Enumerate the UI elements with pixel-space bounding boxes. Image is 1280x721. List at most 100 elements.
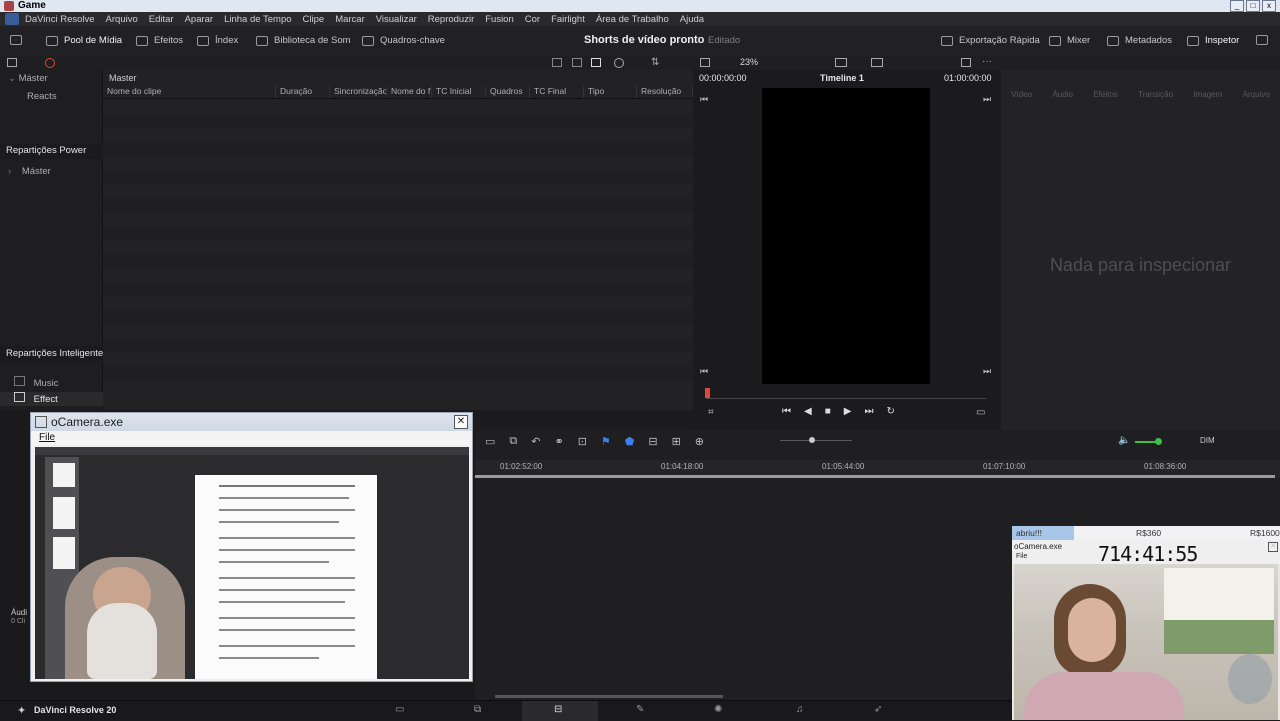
quick-export-button[interactable]: Exportação Rápida bbox=[941, 35, 1040, 46]
timeline-scrollbar[interactable] bbox=[495, 695, 723, 698]
inspector-button[interactable]: Inspetor bbox=[1187, 35, 1239, 46]
maximize-button[interactable]: □ bbox=[1246, 0, 1260, 12]
menu-linha-de-tempo[interactable]: Linha de Tempo bbox=[224, 14, 291, 25]
effects-button[interactable]: Efeitos bbox=[136, 35, 183, 46]
close-window-button[interactable]: x bbox=[1262, 0, 1276, 12]
zoom-slider[interactable] bbox=[780, 440, 852, 441]
flag-icon[interactable]: ⚑ bbox=[601, 435, 611, 448]
deliver-page-icon[interactable]: ➶ bbox=[874, 704, 882, 715]
viewer-mode-icon[interactable] bbox=[700, 58, 710, 67]
menu-ajuda[interactable]: Ajuda bbox=[680, 14, 704, 25]
expand-icon[interactable] bbox=[1256, 35, 1268, 45]
color-page-icon[interactable]: ✺ bbox=[714, 704, 722, 715]
col-resolution[interactable]: Resolução bbox=[637, 86, 693, 98]
col-tc-start[interactable]: TC Inicial bbox=[432, 86, 486, 98]
zoom-detail-icon[interactable]: ⊞ bbox=[672, 435, 681, 448]
col-frames[interactable]: Quadros bbox=[486, 86, 530, 98]
cut-page-icon[interactable]: ⧉ bbox=[474, 704, 481, 715]
smart-bin-music[interactable]: Music bbox=[0, 376, 116, 389]
zoom-full-icon[interactable]: ⊟ bbox=[648, 435, 657, 448]
menu-arquivo[interactable]: Arquivo bbox=[106, 14, 138, 25]
zoom-custom-icon[interactable]: ⊕ bbox=[695, 435, 704, 448]
minimize-button[interactable]: _ bbox=[1230, 0, 1244, 12]
more-options-icon[interactable]: ··· bbox=[982, 56, 992, 67]
menu-marcar[interactable]: Marcar bbox=[335, 14, 365, 25]
zoom-level[interactable]: 23% bbox=[740, 57, 758, 67]
cam-app-menu-file[interactable]: File bbox=[1016, 553, 1027, 560]
sound-library-button[interactable]: Biblioteca de Som bbox=[256, 35, 351, 46]
ocam-titlebar[interactable]: oCamera.exe ✕ bbox=[31, 413, 472, 431]
col-clip-name[interactable]: Nome do clipe bbox=[103, 86, 276, 98]
volume-icon[interactable]: 🔈 bbox=[1118, 435, 1130, 446]
ocam-menu-file[interactable]: File bbox=[39, 432, 55, 443]
tab-file[interactable]: Arquivo bbox=[1243, 90, 1270, 104]
power-bin-master[interactable]: › Máster bbox=[0, 166, 110, 177]
timeline-scrub-bar[interactable] bbox=[475, 475, 1275, 478]
menu-visualizar[interactable]: Visualizar bbox=[376, 14, 417, 25]
keyframes-button[interactable]: Quadros-chave bbox=[362, 35, 445, 46]
tab-audio[interactable]: Áudio bbox=[1052, 90, 1072, 104]
edit-page-tab[interactable]: ⊟ bbox=[522, 701, 598, 721]
tab-video[interactable]: Vídeo bbox=[1011, 90, 1032, 104]
volume-handle[interactable] bbox=[1155, 438, 1162, 445]
marker-icon[interactable]: ⬟ bbox=[625, 435, 635, 448]
metadata-button[interactable]: Metadados bbox=[1107, 35, 1172, 46]
link-icon[interactable]: ⚭ bbox=[554, 435, 563, 448]
timeline-ruler[interactable]: 01:02:52:00 01:04:18:00 01:05:44:00 01:0… bbox=[475, 460, 1280, 478]
viewer-options-icon[interactable]: ⌗ bbox=[708, 407, 714, 418]
select-tool-icon[interactable]: ▭ bbox=[485, 435, 495, 448]
list-view-icon[interactable] bbox=[591, 58, 601, 67]
col-sync[interactable]: Sincronização bbox=[330, 86, 387, 98]
col-duration[interactable]: Duração bbox=[276, 86, 330, 98]
tab-effects[interactable]: Efeitos bbox=[1093, 90, 1117, 104]
menu-aparar[interactable]: Aparar bbox=[185, 14, 214, 25]
tab-transition[interactable]: Transição bbox=[1138, 90, 1173, 104]
play-reverse-icon[interactable]: ◀ bbox=[804, 406, 812, 417]
menu-fairlight[interactable]: Fairlight bbox=[551, 14, 585, 25]
fairlight-page-icon[interactable]: ♫ bbox=[796, 704, 804, 715]
in-point-icon[interactable]: ⏮ bbox=[700, 94, 708, 105]
tab-image[interactable]: Imagem bbox=[1193, 90, 1222, 104]
viewer-scrub-bar[interactable] bbox=[706, 398, 986, 399]
in-mark-icon[interactable]: ⏮ bbox=[700, 366, 708, 377]
smart-bin-effect[interactable]: Effect bbox=[0, 392, 116, 406]
panel-toggle-icon[interactable] bbox=[10, 35, 22, 45]
col-tc-end[interactable]: TC Final bbox=[530, 86, 584, 98]
loop-icon[interactable]: ↻ bbox=[886, 406, 894, 417]
layout-icon[interactable] bbox=[7, 58, 17, 67]
menu-reproduzir[interactable]: Reproduzir bbox=[428, 14, 474, 25]
col-type[interactable]: Tipo bbox=[584, 86, 637, 98]
media-page-icon[interactable]: ▭ bbox=[395, 704, 404, 715]
menu-area-de-trabalho[interactable]: Área de Trabalho bbox=[596, 14, 669, 25]
sort-icon[interactable]: ⇅ bbox=[651, 57, 659, 68]
red-link-icon[interactable] bbox=[45, 58, 55, 68]
menu-fusion[interactable]: Fusion bbox=[485, 14, 514, 25]
search-icon[interactable] bbox=[614, 58, 624, 68]
zoom-slider-handle[interactable] bbox=[809, 437, 815, 443]
timeline-selector[interactable]: Timeline 1 bbox=[820, 73, 864, 83]
out-point-icon[interactable]: ⏭ bbox=[983, 94, 991, 105]
media-pool-button[interactable]: Pool de Mídia bbox=[46, 35, 122, 46]
trim-tool-icon[interactable]: ⧉ bbox=[509, 435, 517, 448]
play-icon[interactable]: ▶ bbox=[844, 406, 852, 417]
menu-davinci[interactable]: DaVinci Resolve bbox=[25, 14, 95, 25]
playhead[interactable] bbox=[705, 388, 710, 398]
mixer-button[interactable]: Mixer bbox=[1049, 35, 1090, 46]
index-button[interactable]: Índex bbox=[197, 35, 238, 46]
ocam-close-button[interactable]: ✕ bbox=[454, 415, 468, 429]
match-frame-icon[interactable]: ▭ bbox=[976, 407, 985, 418]
thumbnail-view-icon[interactable] bbox=[552, 58, 562, 67]
viewer-size-icon[interactable] bbox=[835, 58, 847, 67]
dim-button[interactable]: DIM bbox=[1200, 436, 1215, 445]
go-to-start-icon[interactable]: ⏮ bbox=[782, 406, 791, 417]
menu-editar[interactable]: Editar bbox=[149, 14, 174, 25]
go-to-end-icon[interactable]: ⏭ bbox=[864, 406, 873, 417]
grid-view-icon[interactable] bbox=[572, 58, 582, 67]
fusion-page-icon[interactable]: ✎ bbox=[636, 704, 644, 715]
dual-view-icon[interactable] bbox=[961, 58, 971, 67]
stop-icon[interactable]: ■ bbox=[825, 406, 831, 417]
lock-icon[interactable]: ⊡ bbox=[578, 435, 587, 448]
menu-cor[interactable]: Cor bbox=[525, 14, 540, 25]
menu-clipe[interactable]: Clipe bbox=[303, 14, 325, 25]
out-mark-icon[interactable]: ⏭ bbox=[983, 366, 991, 377]
